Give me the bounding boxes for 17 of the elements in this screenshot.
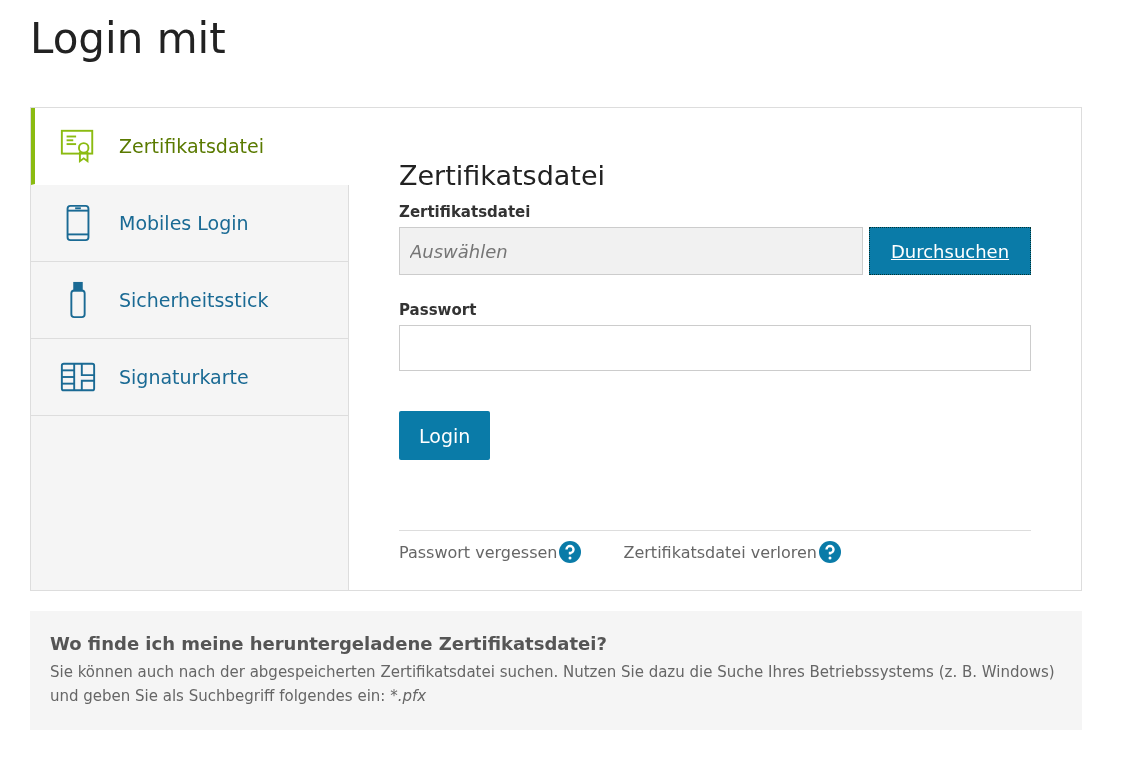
sidebar-tab[interactable]: Zertifikatsdatei: [31, 108, 349, 185]
form-heading: Zertifikatsdatei: [399, 160, 607, 191]
field-label: Passwort: [399, 301, 478, 319]
page-title: Login mit: [30, 14, 227, 63]
sidebar-tab[interactable]: Signaturkarte: [31, 339, 348, 416]
help-icon[interactable]: [559, 541, 582, 563]
help-heading: Wo finde ich meine heruntergeladene Zertifikatsdatei?: [50, 633, 608, 654]
browse-button[interactable]: Durchsuchen: [869, 227, 1031, 275]
help-icon[interactable]: [819, 541, 841, 563]
login-button[interactable]: Login: [399, 411, 491, 460]
password-field[interactable]: [399, 325, 1031, 371]
sidebar-tab[interactable]: Mobiles Login: [31, 185, 348, 262]
help-link[interactable]: Passwort vergessen: [399, 542, 558, 562]
sidebar-tab[interactable]: Sicherheitsstick: [31, 262, 348, 339]
help-text: Sie können auch nach der abgespeicherten Zertifikatsdatei suchen. Nutzen Sie dazu die Suche Ihres Betriebssystems (z. B. Windows) und geben Sie als Suchbegriff folgendes ein: *.pfx: [50, 662, 1056, 707]
field-label: Zertifikatsdatei: [399, 203, 532, 221]
help-link[interactable]: Zertifikatsdatei verloren: [623, 542, 817, 562]
